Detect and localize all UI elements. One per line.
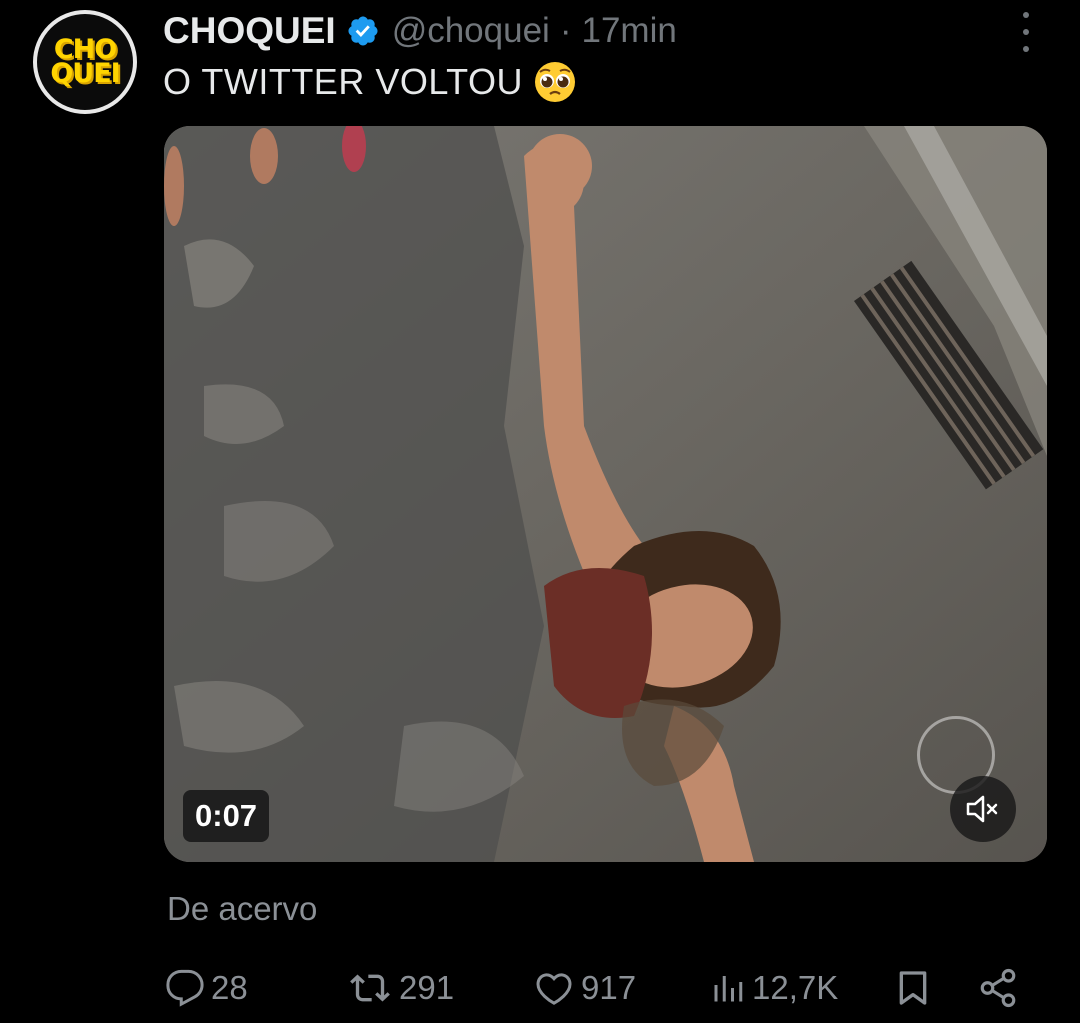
retweet-button[interactable]: 291 <box>347 960 454 1016</box>
separator-dot: · <box>559 11 572 50</box>
reply-icon <box>166 969 204 1007</box>
bookmark-icon <box>899 971 927 1005</box>
tweet-header: CHOQUEI @choquei · 17min <box>163 6 1040 56</box>
tweet-text: O TWITTER VOLTOU <box>163 61 524 102</box>
verified-badge-icon <box>348 16 378 46</box>
video-duration-badge: 0:07 <box>183 790 270 842</box>
video-source-label[interactable]: De acervo <box>167 890 317 928</box>
reply-button[interactable]: 28 <box>165 960 248 1016</box>
more-options-icon[interactable] <box>1012 12 1040 52</box>
views-button[interactable]: 12,7K <box>710 960 838 1016</box>
share-icon <box>980 968 1016 1008</box>
share-button[interactable] <box>977 960 1019 1016</box>
tweet-actions-bar: 28 291 917 12,7K <box>165 960 1025 1016</box>
like-button[interactable]: 917 <box>533 960 636 1016</box>
account-name[interactable]: CHOQUEI <box>163 10 336 52</box>
like-count: 917 <box>581 969 637 1006</box>
pleading-face-emoji-icon <box>535 62 576 102</box>
tweet-timestamp[interactable]: 17min <box>581 11 676 51</box>
video-frame <box>164 126 1047 862</box>
views-chart-icon <box>714 976 743 1002</box>
avatar[interactable]: CHO QUEI <box>33 10 137 114</box>
heart-icon <box>536 973 572 1005</box>
retweet-icon <box>350 974 390 1002</box>
avatar-logo-text-bottom: QUEI <box>50 58 120 89</box>
reply-count: 28 <box>211 969 248 1006</box>
mute-button[interactable] <box>950 776 1016 842</box>
bookmark-button[interactable] <box>893 960 933 1016</box>
tweet-text-row: O TWITTER VOLTOU <box>163 60 577 104</box>
views-count: 12,7K <box>752 969 839 1006</box>
retweet-count: 291 <box>399 969 455 1006</box>
speaker-muted-icon <box>966 795 998 823</box>
account-handle[interactable]: @choquei <box>392 11 550 51</box>
video-player[interactable]: 0:07 <box>164 126 1047 862</box>
